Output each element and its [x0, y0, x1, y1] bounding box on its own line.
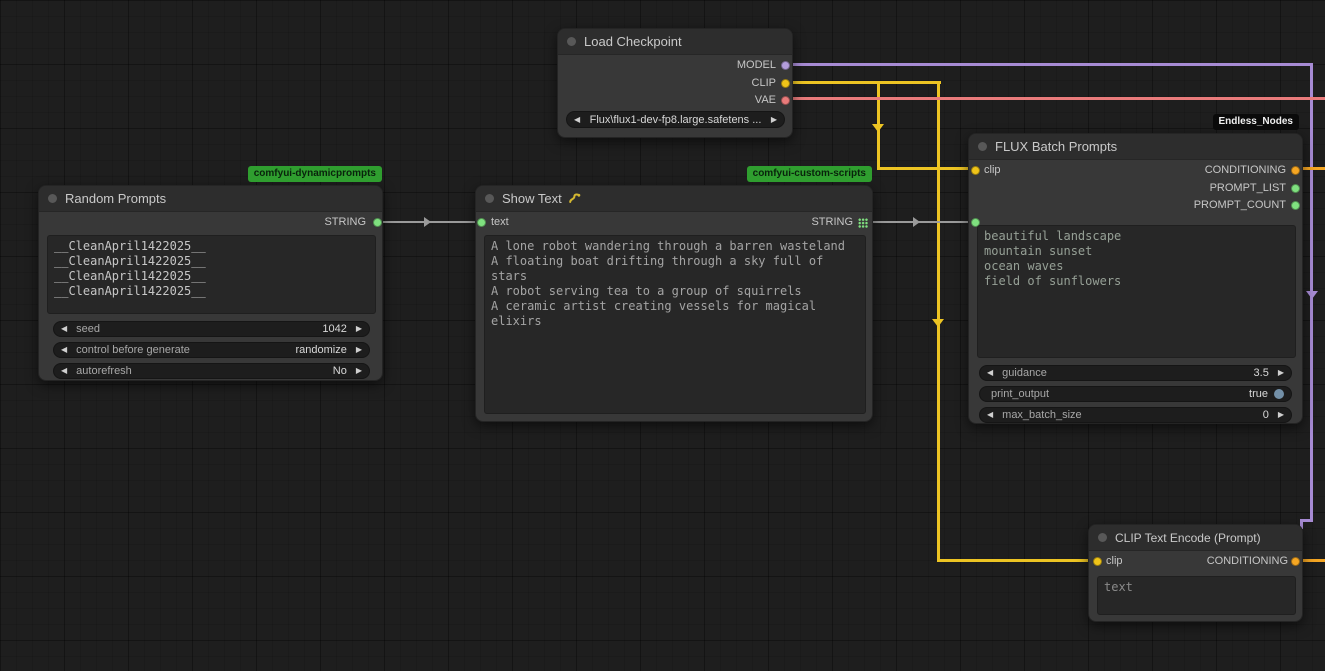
increment-arrow-icon[interactable]: ▶	[1278, 411, 1284, 419]
seed-widget[interactable]: ◀ seed 1042 ▶	[53, 321, 370, 337]
input-label-clip: clip	[1106, 555, 1123, 568]
port-conditioning-output[interactable]	[1291, 166, 1300, 175]
node-graph-canvas[interactable]: Load Checkpoint MODEL CLIP VAE ◀ Flux\fl…	[0, 0, 1325, 671]
node-clip-text-encode[interactable]: CLIP Text Encode (Prompt) clip CONDITION…	[1088, 524, 1303, 622]
output-label-clip: CLIP	[752, 77, 776, 90]
widget-value: 0	[1263, 409, 1269, 421]
prompt-textarea[interactable]: text	[1097, 576, 1296, 615]
increment-arrow-icon[interactable]: ▶	[356, 325, 362, 333]
wire-clip	[877, 167, 975, 170]
node-title-bar[interactable]: Show Text	[476, 186, 872, 212]
link-arrow-down-icon	[1306, 291, 1318, 299]
wire-model	[789, 63, 1313, 66]
widget-label: autorefresh	[76, 365, 132, 377]
node-title-bar[interactable]: CLIP Text Encode (Prompt)	[1089, 525, 1302, 551]
increment-arrow-icon[interactable]: ▶	[1278, 369, 1284, 377]
widget-value: No	[333, 365, 347, 377]
node-flux-batch-prompts[interactable]: Endless_Nodes FLUX Batch Prompts clip CO…	[968, 133, 1303, 424]
output-label-conditioning: CONDITIONING	[1207, 555, 1288, 568]
guidance-widget[interactable]: ◀ guidance 3.5 ▶	[979, 365, 1292, 381]
port-conditioning-output[interactable]	[1291, 557, 1300, 566]
random-prompts-text-display[interactable]: __CleanApril1422025__ __CleanApril142202…	[47, 235, 376, 314]
node-pack-badge: comfyui-custom-scripts	[747, 166, 872, 182]
wire-clip	[937, 559, 1097, 562]
output-label-conditioning: CONDITIONING	[1205, 164, 1286, 177]
input-label-text: text	[491, 216, 509, 229]
ckpt-name-combo[interactable]: ◀ Flux\flux1-dev-fp8.large.safetens ... …	[566, 111, 785, 128]
widget-label: control before generate	[76, 344, 190, 356]
boolean-toggle-icon[interactable]	[1274, 389, 1284, 399]
node-title-bar[interactable]: FLUX Batch Prompts	[969, 134, 1302, 160]
node-pack-badge: comfyui-dynamicprompts	[248, 166, 382, 182]
widget-value: 3.5	[1254, 367, 1269, 379]
node-status-dot[interactable]	[48, 194, 57, 203]
output-label-string: STRING	[811, 216, 853, 229]
decrement-arrow-icon[interactable]: ◀	[61, 367, 67, 375]
increment-arrow-icon[interactable]: ▶	[356, 367, 362, 375]
port-model-output[interactable]	[781, 61, 790, 70]
port-clip-input[interactable]	[1093, 557, 1102, 566]
node-pack-badge: Endless_Nodes	[1213, 114, 1299, 130]
node-status-dot[interactable]	[978, 142, 987, 151]
port-prompt-count-output[interactable]	[1291, 201, 1300, 210]
widget-value: true	[1249, 388, 1268, 400]
output-label-vae: VAE	[755, 94, 776, 107]
port-clip-input[interactable]	[971, 166, 980, 175]
link-arrow-right-icon	[913, 217, 920, 227]
widget-label: max_batch_size	[1002, 409, 1082, 421]
widget-value: randomize	[295, 344, 346, 356]
widget-label: print_output	[991, 388, 1049, 400]
ckpt-name-value: Flux\flux1-dev-fp8.large.safetens ...	[580, 114, 771, 126]
wire-conditioning-clip-encode	[1301, 559, 1325, 562]
decrement-arrow-icon[interactable]: ◀	[987, 369, 993, 377]
wire-vae	[789, 97, 1325, 100]
node-title-bar[interactable]: Random Prompts	[39, 186, 382, 212]
output-label-string: STRING	[324, 216, 366, 229]
node-title-bar[interactable]: Load Checkpoint	[558, 29, 792, 55]
node-title: CLIP Text Encode (Prompt)	[1115, 531, 1261, 545]
widget-value: 1042	[322, 323, 346, 335]
output-label-prompt-count: PROMPT_COUNT	[1194, 199, 1286, 212]
node-title: Show Text	[502, 191, 562, 206]
print-output-toggle-widget[interactable]: print_output true	[979, 386, 1292, 402]
wire-clip	[789, 81, 941, 84]
link-arrow-down-icon	[872, 124, 884, 132]
wire-conditioning-flux	[1301, 167, 1325, 170]
node-status-dot[interactable]	[567, 37, 576, 46]
node-random-prompts[interactable]: comfyui-dynamicprompts Random Prompts ST…	[38, 185, 383, 381]
node-status-dot[interactable]	[1098, 533, 1107, 542]
widget-label: guidance	[1002, 367, 1047, 379]
max-batch-size-widget[interactable]: ◀ max_batch_size 0 ▶	[979, 407, 1292, 423]
next-arrow-icon[interactable]: ▶	[771, 116, 777, 124]
output-label-model: MODEL	[737, 59, 776, 72]
control-before-generate-widget[interactable]: ◀ control before generate randomize ▶	[53, 342, 370, 358]
decrement-arrow-icon[interactable]: ◀	[61, 325, 67, 333]
decrement-arrow-icon[interactable]: ◀	[987, 411, 993, 419]
decrement-arrow-icon[interactable]: ◀	[61, 346, 67, 354]
batch-prompts-textarea[interactable]: beautiful landscape mountain sunset ocea…	[977, 225, 1296, 358]
show-text-display[interactable]: A lone robot wandering through a barren …	[484, 235, 866, 414]
port-vae-output[interactable]	[781, 96, 790, 105]
input-label-clip: clip	[984, 164, 1001, 177]
widget-label: seed	[76, 323, 100, 335]
increment-arrow-icon[interactable]: ▶	[356, 346, 362, 354]
node-load-checkpoint[interactable]: Load Checkpoint MODEL CLIP VAE ◀ Flux\fl…	[557, 28, 793, 138]
node-title: FLUX Batch Prompts	[995, 139, 1117, 154]
autorefresh-widget[interactable]: ◀ autorefresh No ▶	[53, 363, 370, 379]
snake-icon	[568, 192, 581, 205]
port-clip-output[interactable]	[781, 79, 790, 88]
node-title: Random Prompts	[65, 191, 166, 206]
string-list-output-icon[interactable]	[858, 218, 868, 228]
port-string-output[interactable]	[373, 218, 382, 227]
node-title: Load Checkpoint	[584, 34, 682, 49]
link-arrow-right-icon	[424, 217, 431, 227]
output-label-prompt-list: PROMPT_LIST	[1210, 182, 1286, 195]
node-show-text[interactable]: comfyui-custom-scripts Show Text text ST…	[475, 185, 873, 422]
node-status-dot[interactable]	[485, 194, 494, 203]
port-prompt-list-output[interactable]	[1291, 184, 1300, 193]
port-text-input[interactable]	[477, 218, 486, 227]
link-arrow-down-icon	[932, 319, 944, 327]
